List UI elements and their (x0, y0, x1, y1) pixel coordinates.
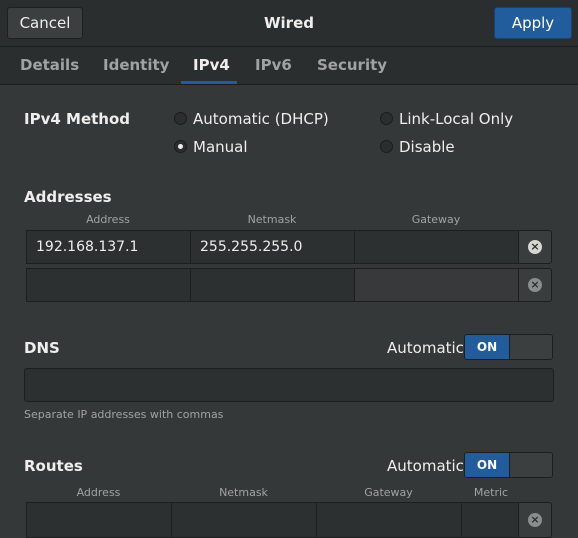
route-gateway-column-header: Gateway (364, 486, 413, 499)
radio-disable[interactable] (380, 140, 393, 153)
address-field[interactable] (26, 268, 191, 302)
gateway-field[interactable] (354, 268, 519, 302)
gateway-column-header: Gateway (411, 213, 461, 226)
route-metric-field[interactable] (461, 502, 519, 538)
tab-details[interactable]: Details (20, 56, 79, 74)
radio-manual[interactable] (174, 140, 187, 153)
switch-knob[interactable] (509, 453, 552, 477)
netmask-field[interactable]: 255.255.255.0 (190, 230, 355, 264)
route-address-column-header: Address (76, 486, 121, 499)
window-title: Wired (264, 14, 314, 32)
dns-automatic-label: Automatic (387, 339, 464, 357)
dns-automatic-switch[interactable]: ON (464, 334, 553, 360)
delete-icon: × (528, 513, 542, 527)
active-tab-indicator (181, 81, 237, 84)
route-netmask-column-header: Netmask (219, 486, 268, 499)
dns-input[interactable] (24, 368, 554, 402)
tab-ipv6[interactable]: IPv6 (255, 56, 292, 74)
route-metric-column-header: Metric (473, 486, 509, 499)
gateway-field[interactable] (354, 230, 519, 264)
tab-ipv4[interactable]: IPv4 (193, 56, 230, 74)
delete-icon: × (528, 278, 542, 292)
radio-disable-label[interactable]: Disable (399, 138, 455, 156)
radio-automatic-dhcp[interactable] (174, 112, 187, 125)
radio-link-local-only[interactable] (380, 112, 393, 125)
delete-route-button[interactable]: × (518, 502, 552, 538)
routes-title: Routes (24, 457, 83, 475)
tab-bar: Details Identity IPv4 IPv6 Security (0, 47, 578, 85)
switch-knob[interactable] (509, 335, 552, 359)
route-netmask-field[interactable] (171, 502, 317, 538)
address-column-header: Address (86, 213, 130, 226)
switch-on-label: ON (465, 453, 509, 477)
radio-automatic-dhcp-label[interactable]: Automatic (DHCP) (193, 110, 329, 128)
tab-security[interactable]: Security (317, 56, 387, 74)
delete-icon: × (528, 240, 542, 254)
dns-hint: Separate IP addresses with commas (24, 408, 224, 421)
header-bar: Cancel Wired Apply (0, 0, 578, 47)
tab-identity[interactable]: Identity (103, 56, 169, 74)
switch-on-label: ON (465, 335, 509, 359)
addresses-title: Addresses (24, 188, 112, 206)
netmask-column-header: Netmask (247, 213, 297, 226)
routes-automatic-label: Automatic (387, 457, 464, 475)
apply-button[interactable]: Apply (494, 7, 572, 39)
netmask-field[interactable] (190, 268, 355, 302)
routes-automatic-switch[interactable]: ON (464, 452, 553, 478)
ipv4-method-label: IPv4 Method (24, 110, 131, 128)
route-gateway-field[interactable] (316, 502, 462, 538)
radio-link-local-only-label[interactable]: Link-Local Only (399, 110, 513, 128)
radio-manual-label[interactable]: Manual (193, 138, 248, 156)
address-field[interactable]: 192.168.137.1 (26, 230, 191, 264)
route-address-field[interactable] (26, 502, 172, 538)
delete-address-button[interactable]: × (518, 230, 552, 264)
dns-title: DNS (24, 339, 60, 357)
delete-address-button[interactable]: × (518, 268, 552, 302)
